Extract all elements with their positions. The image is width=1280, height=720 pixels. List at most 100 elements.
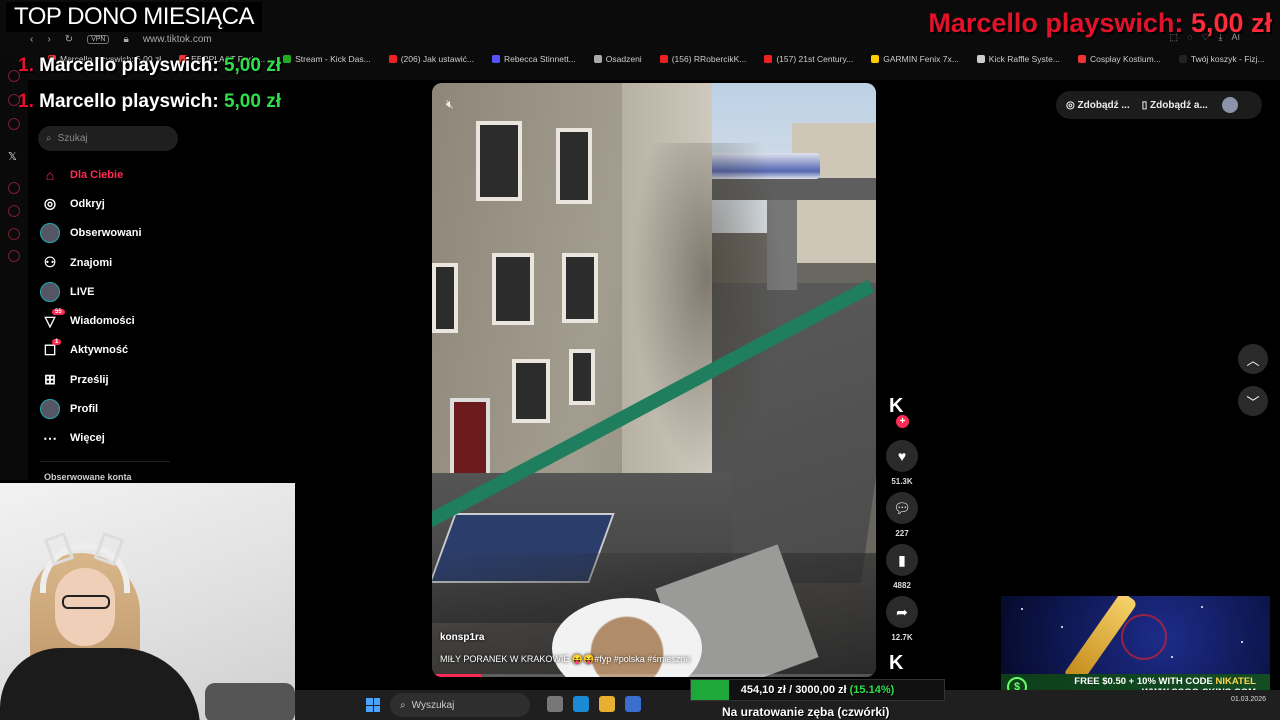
windows-start-icon[interactable] [366,698,380,712]
sidebar-item-wiadomości[interactable]: ▽ 55 Wiadomości [40,306,200,335]
get-app-button[interactable]: ▯ Zdobądź a... [1142,100,1208,111]
vpn-badge[interactable]: VPN [87,34,110,44]
reload-icon[interactable]: ↻ [65,34,73,45]
home-icon: ⌂ [45,166,55,183]
creator-logo-icon[interactable]: K [889,652,903,675]
bookmark-label: Stream - Kick Das... [295,54,371,64]
donation-goal-bar: 454,10 zł / 3000,00 zł (15.14%) [690,679,945,701]
history-icon[interactable] [8,205,20,217]
bookmark-item[interactable]: Kick Raffle Syste... [976,54,1060,64]
bookmark-favicon-icon [976,55,985,63]
sidebar-item-profil[interactable]: Profil [40,394,200,423]
dono-rank: 1. [18,55,34,76]
sidebar-item-label: LIVE [70,285,95,298]
stream-screen: ‹ › ↻ VPN 🔒︎ www.tiktok.com Marcello pla… [0,0,1280,720]
dono-name: Marcello playswich: [39,55,219,76]
chevron-up-icon: ︿ [1246,352,1260,368]
sidebar-item-prześlij[interactable]: ⊞ Prześlij [40,365,200,394]
next-video-button[interactable]: ﹀ [1238,386,1268,416]
video-window [432,263,458,333]
creator-avatar[interactable]: K [889,395,915,417]
followed-accounts-heading: Obserwowane konta [44,472,132,482]
bookmark-item[interactable]: GARMIN Fenix 7x... [871,54,959,64]
sidebar-app-icon[interactable] [8,228,20,240]
follow-plus-icon[interactable]: + [896,415,909,428]
video-tree [632,143,782,473]
webcam-desk [205,683,295,720]
star [1241,641,1243,643]
video-author[interactable]: konsp1ra [440,632,484,643]
taskbar-apps [547,696,641,712]
bookmark-label: Rebecca Stinnett... [503,54,576,64]
sidebar-item-obserwowani[interactable]: Obserwowani [40,219,200,248]
sidebar-item-label: Prześlij [70,373,109,386]
share-button[interactable]: ➦ [886,596,918,628]
sidebar-item-znajomi[interactable]: ⚇ Znajomi [40,248,200,277]
star [1021,608,1023,610]
star [1201,606,1203,608]
bookmark-item[interactable]: (156) RRobercikK... [659,54,746,64]
bookmark-button[interactable]: ▮ [886,544,918,576]
search-icon: ⌕ [46,133,52,144]
user-avatar[interactable] [1221,97,1238,113]
system-tray: 01.03.2026 [1231,695,1266,705]
forward-icon[interactable]: › [47,34,50,45]
task-view-icon[interactable] [547,696,563,712]
edge-icon[interactable] [573,696,589,712]
bookmark-favicon-icon [593,55,602,63]
bookmark-item[interactable]: Cosplay Kostium... [1077,54,1161,64]
sidebar-item-dla-ciebie[interactable]: ⌂ Dla Ciebie [40,160,200,189]
video-player[interactable]: 🔇︎ konsp1ra MIŁY PORANEK W KRAKOWIE 😝😝#f… [432,83,876,677]
sponsor-banner[interactable]: $ FREE $0.50 + 10% WITH CODE NIKATEL WWW… [1001,596,1270,700]
sidebar-item-więcej[interactable]: ⋯ Więcej [40,424,200,453]
video-progress-bar[interactable] [432,674,876,677]
heart-icon: ♥ [897,448,907,464]
search-input[interactable]: ⌕ Szukaj [38,126,178,151]
store-icon[interactable] [625,696,641,712]
video-window [476,121,522,201]
like-button[interactable]: ♥ [886,440,918,472]
sidebar-item-live[interactable]: LIVE [40,277,200,306]
video-description: MIŁY PORANEK W KRAKOWIE 😝😝#fyp #polska #… [440,654,691,664]
back-icon[interactable]: ‹ [30,34,33,45]
video-window [569,349,595,405]
video-window [562,253,598,323]
bookmark-item[interactable]: (157) 21st Century... [764,54,853,64]
bookmark-label: Twój koszyk - Fizj... [1190,54,1265,64]
sidebar-item-odkryj[interactable]: ◎ Odkryj [40,189,200,218]
bookmark-favicon-icon [388,55,397,63]
search-icon: ⌕ [400,699,406,711]
mute-icon[interactable]: 🔇︎ [446,97,454,112]
get-coins-button[interactable]: ◎ Zdobądź ... [1066,100,1130,111]
goal-separator: / [789,684,793,696]
bookmark-item[interactable]: Osadzeni [593,54,642,64]
live-avatar [40,281,60,302]
bookmark-item[interactable]: Twój koszyk - Fizj... [1178,54,1265,64]
x-icon[interactable]: 𝕏 [8,150,17,163]
share-icon: ➦ [896,603,908,620]
taskbar-search-placeholder: Wyszukaj [411,699,455,711]
address-bar[interactable]: www.tiktok.com [143,34,212,45]
bookmark-item[interactable]: (206) Jak ustawić... [388,54,474,64]
settings-icon[interactable] [8,250,20,262]
goal-text: 454,10 zł / 3000,00 zł (15.14%) [691,680,944,700]
notification-badge: 1 [52,338,62,345]
previous-video-button[interactable]: ︿ [1238,344,1268,374]
bookmark-favicon-icon [283,55,292,63]
top-dono-title: TOP DONO MIESIĄCA [6,2,262,32]
bookmark-item[interactable]: Stream - Kick Das... [283,54,371,64]
taskbar-search[interactable]: ⌕ Wyszukaj [390,693,530,717]
bookmark-item[interactable]: Rebecca Stinnett... [491,54,576,64]
browser-sidebar: 𝕏 [0,50,28,480]
browser-nav: ‹ › ↻ VPN 🔒︎ www.tiktok.com [30,30,212,48]
comment-count: 227 [895,529,909,538]
sidebar-item-aktywność[interactable]: ☐ 1 Aktywność [40,336,200,365]
bookmark-favicon-icon [491,55,500,63]
video-window [512,359,550,423]
folder-icon[interactable] [599,696,615,712]
goal-percent: (15.14%) [849,684,895,696]
video-progress-fill [432,674,481,677]
sidebar-app-icon[interactable] [8,118,20,130]
comment-button[interactable]: 💬︎ [886,492,918,524]
sidebar-app-icon[interactable] [8,182,20,194]
